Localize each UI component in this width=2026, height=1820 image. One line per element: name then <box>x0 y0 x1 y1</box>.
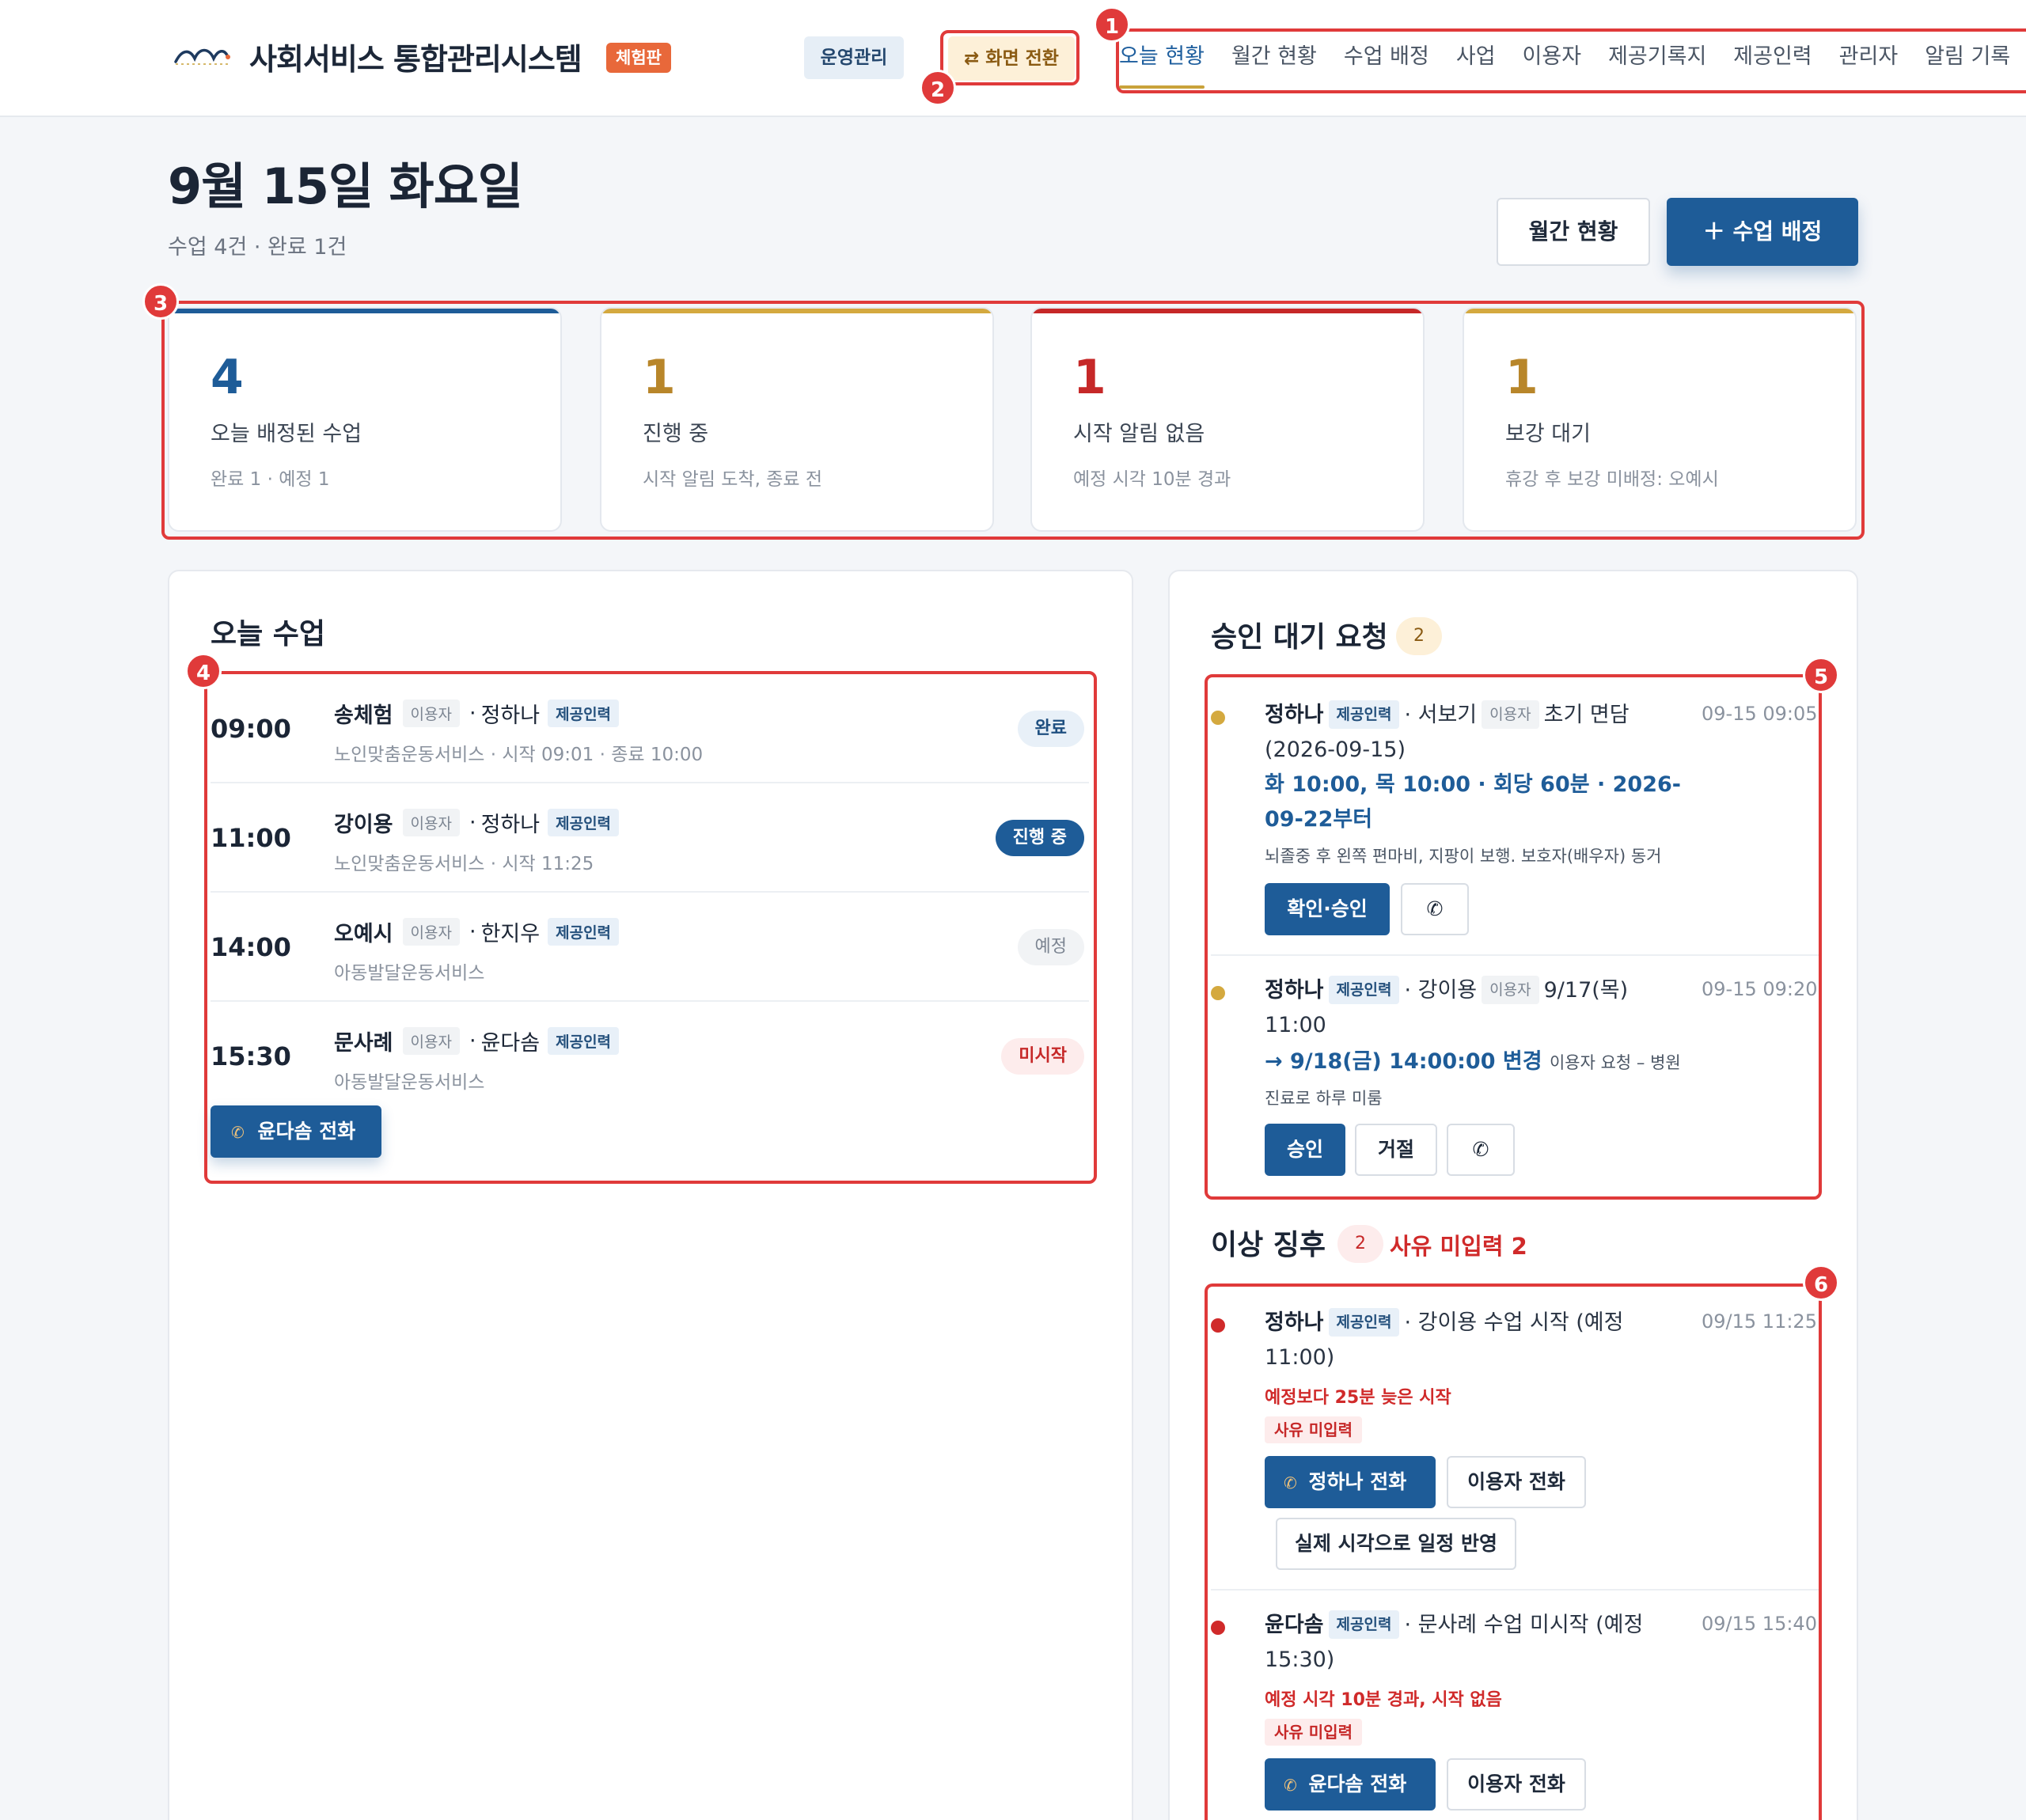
edition-badge: 체험판 <box>606 43 671 73</box>
annotation-box-4 <box>204 671 1097 1184</box>
annotation-box-3 <box>161 301 1865 540</box>
annotation-marker-6: 6 <box>1803 1265 1839 1301</box>
annotation-marker-1: 1 <box>1094 6 1130 43</box>
annotation-box-6 <box>1205 1283 1822 1820</box>
annotation-box-1 <box>1116 28 2026 93</box>
annotation-marker-5: 5 <box>1803 657 1839 693</box>
page-title: 9월 15일 화요일 <box>168 157 523 215</box>
annotation-box-2 <box>940 30 1079 85</box>
today-lessons-title: 오늘 수업 <box>211 618 326 650</box>
page-summary: 수업 4건 · 완료 1건 <box>168 235 347 260</box>
ops-badge[interactable]: 운영관리 <box>804 36 904 79</box>
approval-title: 승인 대기 요청 <box>1211 621 1388 654</box>
anomaly-count-badge: 2 <box>1337 1225 1383 1263</box>
annotation-marker-3: 3 <box>142 283 179 320</box>
logo-icon <box>174 48 230 65</box>
approval-count-badge: 2 <box>1396 617 1442 655</box>
monthly-status-button[interactable]: 월간 현황 <box>1497 198 1650 266</box>
missing-reason-count: 사유 미입력 2 <box>1390 1233 1527 1260</box>
anomaly-title: 이상 징후 <box>1211 1229 1326 1261</box>
annotation-marker-2: 2 <box>920 70 956 106</box>
app-title: 사회서비스 통합관리시스템 <box>249 42 582 77</box>
annotation-box-5 <box>1205 674 1822 1200</box>
assign-lesson-button[interactable]: ＋ 수업 배정 <box>1667 198 1858 266</box>
annotation-marker-4: 4 <box>185 653 222 689</box>
